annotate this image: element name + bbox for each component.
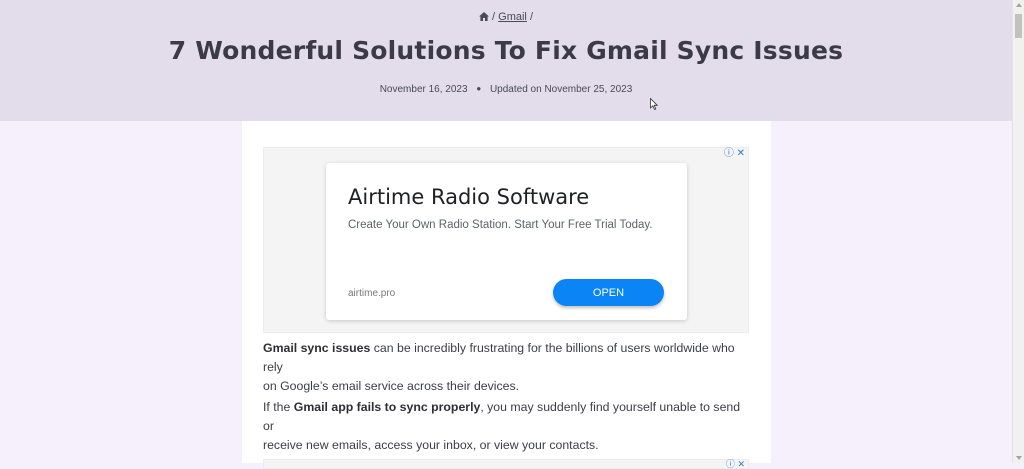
scrollbar-thumb[interactable] — [1015, 14, 1022, 38]
close-icon[interactable]: ✕ — [737, 459, 745, 469]
published-date: November 16, 2023 — [379, 84, 468, 95]
vertical-scrollbar[interactable] — [1012, 0, 1024, 463]
ad-controls: ⓘ ✕ — [724, 149, 745, 159]
paragraph-text: on Google’s email service across their d… — [263, 379, 520, 393]
meta-separator-dot: ● — [476, 84, 482, 93]
ad-open-button[interactable]: OPEN — [553, 279, 664, 306]
ad-controls: ⓘ ✕ — [726, 460, 745, 469]
mouse-cursor-icon — [650, 97, 659, 115]
bold-text: Gmail app fails to sync properly — [293, 400, 481, 414]
scroll-down-arrow-icon[interactable] — [1016, 456, 1022, 460]
article-paragraph: Gmail sync issues can be incredibly frus… — [263, 339, 753, 396]
breadcrumb: / Gmail / — [0, 11, 1012, 24]
breadcrumb-separator: / — [492, 11, 496, 23]
article-header: / Gmail / 7 Wonderful Solutions To Fix G… — [0, 0, 1012, 121]
paragraph-text: receive new emails, access your inbox, o… — [263, 438, 599, 452]
ad-banner[interactable]: ⓘ ✕ — [263, 459, 749, 469]
scroll-up-arrow-icon[interactable] — [1016, 3, 1022, 7]
ad-headline[interactable]: Airtime Radio Software — [348, 185, 589, 209]
ad-description: Create Your Own Radio Station. Start You… — [348, 219, 653, 231]
breadcrumb-separator: / — [529, 11, 534, 23]
home-icon[interactable] — [478, 12, 489, 24]
close-icon[interactable]: ✕ — [737, 148, 745, 159]
ad-banner[interactable]: ⓘ ✕ Airtime Radio Software Create Your O… — [263, 147, 749, 333]
post-meta: November 16, 2023 ● Updated on November … — [0, 84, 1012, 95]
info-icon[interactable]: ⓘ — [724, 148, 734, 159]
article-body: ⓘ ✕ Airtime Radio Software Create Your O… — [242, 121, 771, 469]
bold-text: Gmail sync issues — [263, 341, 371, 355]
breadcrumb-link-gmail[interactable]: Gmail — [498, 11, 527, 23]
page-title: 7 Wonderful Solutions To Fix Gmail Sync … — [168, 36, 844, 65]
info-icon[interactable]: ⓘ — [726, 459, 735, 469]
ad-card[interactable]: Airtime Radio Software Create Your Own R… — [326, 163, 687, 320]
updated-date: Updated on November 25, 2023 — [489, 84, 633, 95]
ad-domain: airtime.pro — [348, 288, 396, 299]
article-paragraph: If the Gmail app fails to sync properly,… — [263, 398, 753, 455]
paragraph-text: If the — [263, 400, 294, 414]
